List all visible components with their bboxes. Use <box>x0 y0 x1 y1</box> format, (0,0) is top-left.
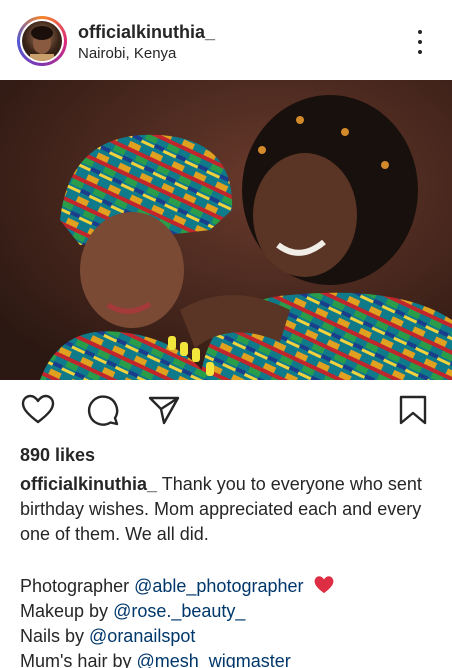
post-photo[interactable] <box>0 80 452 380</box>
credit-line-nails: Nails by @oranailspot <box>20 624 440 649</box>
photo-illustration <box>0 80 452 380</box>
story-ring[interactable] <box>17 16 67 66</box>
bookmark-icon[interactable] <box>396 394 430 426</box>
send-icon[interactable] <box>147 394 181 426</box>
credit-mention[interactable]: @oranailspot <box>89 626 195 646</box>
credit-line-hair: Mum's hair by @mesh_wigmaster <box>20 649 440 668</box>
post-username[interactable]: officialkinuthia_ <box>78 22 215 43</box>
post-header: officialkinuthia_ Nairobi, Kenya <box>0 0 452 80</box>
credit-mention[interactable]: @mesh_wigmaster <box>136 651 290 668</box>
credit-line-makeup: Makeup by @rose._beauty_ <box>20 599 440 624</box>
red-heart-emoji-icon <box>314 576 333 594</box>
post-caption: officialkinuthia_ Thank you to everyone … <box>20 472 435 547</box>
credit-label: Mum's hair by <box>20 651 137 668</box>
credit-mention[interactable]: @able_photographer <box>134 576 303 596</box>
credit-label: Photographer <box>20 576 135 596</box>
heart-icon[interactable] <box>21 394 55 426</box>
post-location[interactable]: Nairobi, Kenya <box>78 45 176 62</box>
credit-line-photographer: Photographer @able_photographer <box>20 574 440 599</box>
avatar-image <box>30 26 54 61</box>
action-bar <box>0 388 452 432</box>
avatar[interactable] <box>22 21 62 61</box>
comment-icon[interactable] <box>86 394 120 426</box>
likes-count[interactable]: 890 likes <box>20 445 95 466</box>
credit-label: Makeup by <box>20 601 114 621</box>
more-options-icon[interactable] <box>405 26 435 58</box>
credit-label: Nails by <box>20 626 90 646</box>
caption-username[interactable]: officialkinuthia_ <box>20 474 157 494</box>
credits-list: Photographer @able_photographer Makeup b… <box>20 574 440 668</box>
credit-mention[interactable]: @rose._beauty_ <box>113 601 245 621</box>
